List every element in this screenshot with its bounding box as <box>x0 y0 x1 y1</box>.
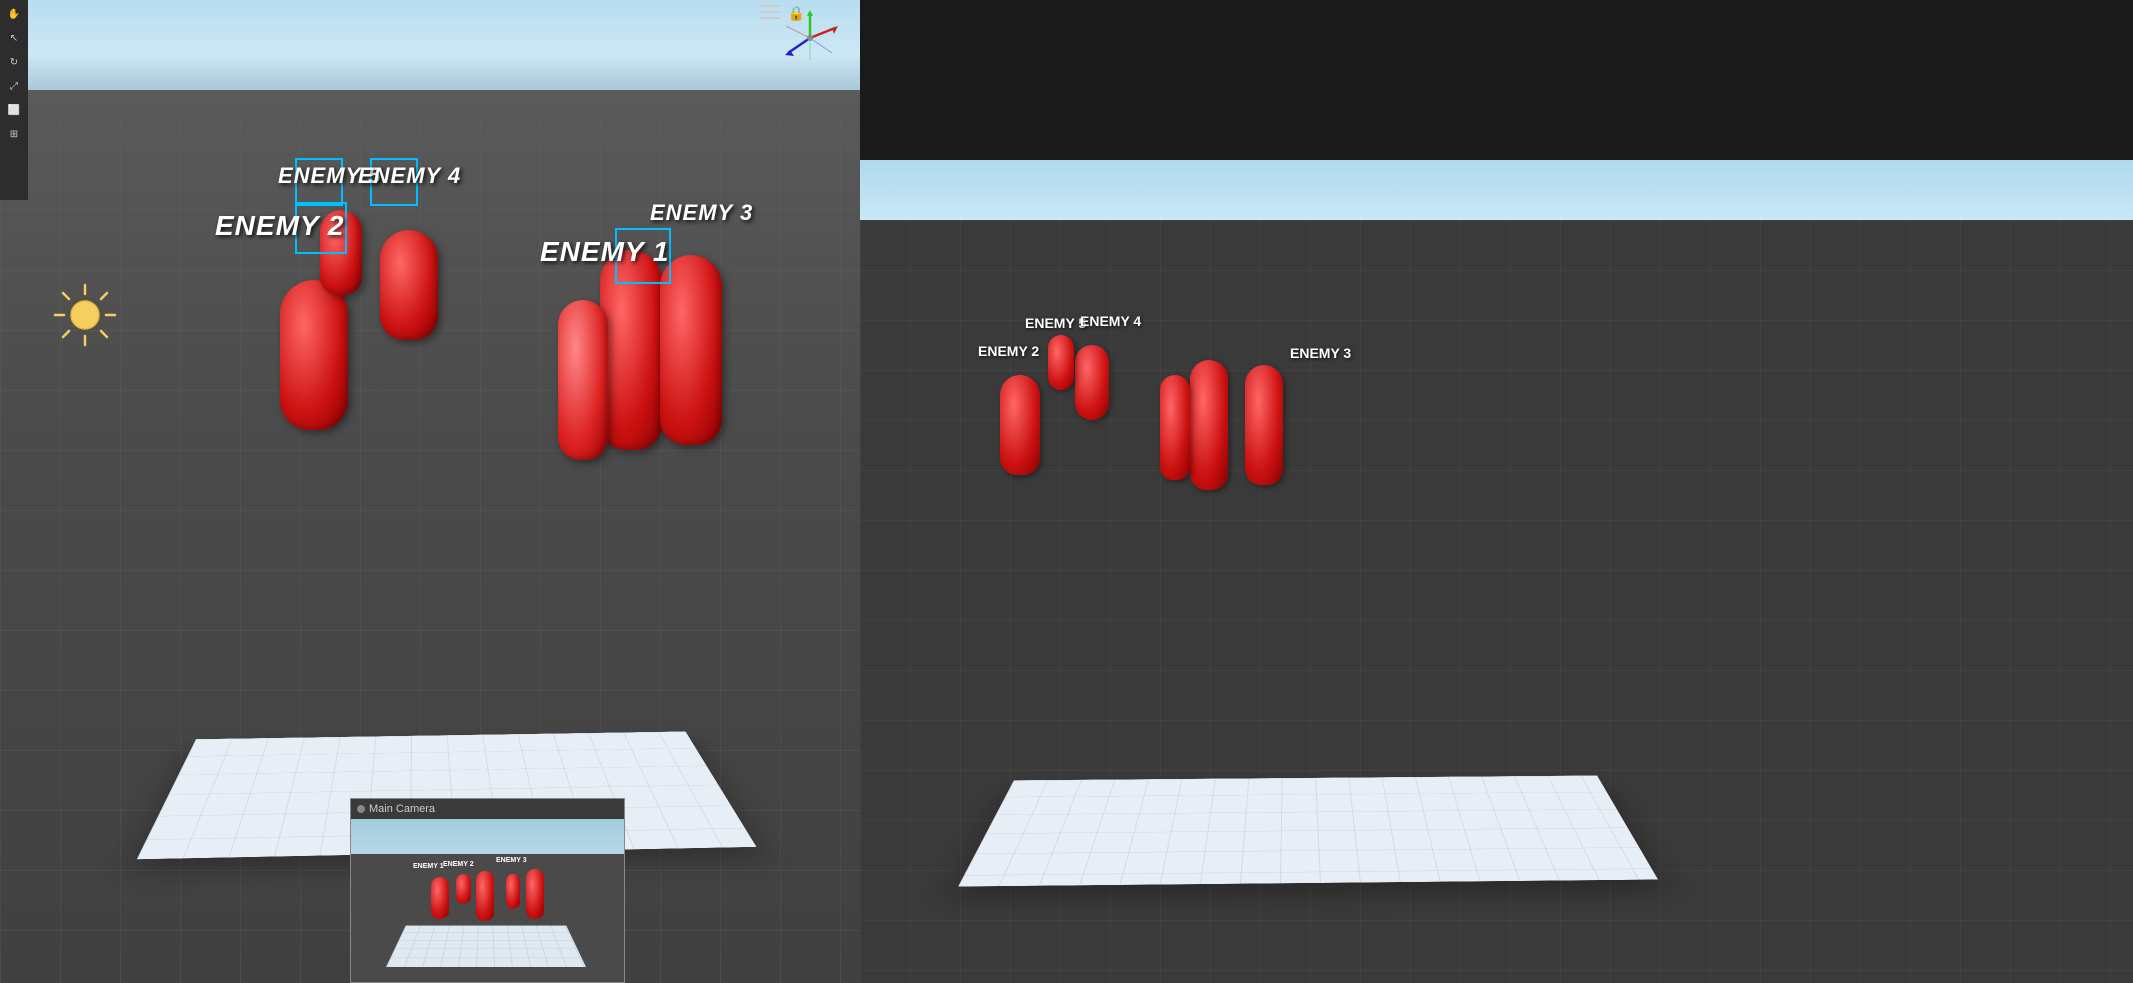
toolbar-hand-icon[interactable]: ✋ <box>4 4 24 24</box>
game-capsule-enemy2 <box>1000 375 1040 475</box>
enemy1-label: ENEMY 1 <box>540 236 669 268</box>
game-capsule-enemy1 <box>1190 360 1228 490</box>
enemy3-label: ENEMY 3 <box>650 200 753 226</box>
toolbar-move-icon[interactable]: ↖ <box>4 28 24 48</box>
toolbar-rotate-icon[interactable]: ↻ <box>4 52 24 72</box>
game-sky <box>860 160 2133 220</box>
right-panel: ENEMY 5 ENEMY 4 ENEMY 2 ENEMY 3 <box>860 0 2133 983</box>
scene-toolbar: ✋ ↖ ↻ ⤢ ⬜ ⊞ <box>0 0 28 200</box>
mini-label-enemy3: ENEMY 3 <box>496 857 527 864</box>
toolbar-scale-icon[interactable]: ⤢ <box>4 76 24 96</box>
scene-menu-icon[interactable] <box>760 5 780 19</box>
game-enemy5-label: ENEMY 5 <box>1025 315 1086 331</box>
game-capsule-extra <box>1160 375 1190 480</box>
mini-capsule-4 <box>506 874 520 909</box>
mini-sky <box>351 819 624 854</box>
enemy6-capsule <box>558 300 608 460</box>
game-platform <box>958 775 1658 886</box>
mini-label-enemy2: ENEMY 2 <box>443 861 474 868</box>
mini-platform <box>386 926 586 967</box>
toolbar-transform-icon[interactable]: ⊞ <box>4 124 24 144</box>
enemy4-capsule <box>380 230 438 340</box>
right-top-area <box>860 0 2133 160</box>
scene-gizmo[interactable] <box>780 8 840 68</box>
game-enemy3-label: ENEMY 3 <box>1290 345 1351 361</box>
main-container: ✋ ↖ ↻ ⤢ ⬜ ⊞ 🔒 <box>0 0 2133 983</box>
game-capsule-enemy5 <box>1048 335 1074 390</box>
mini-capsule-5 <box>526 869 544 919</box>
game-view: ENEMY 5 ENEMY 4 ENEMY 2 ENEMY 3 <box>860 160 2133 983</box>
mini-label-enemy1: ENEMY 1 <box>413 863 444 870</box>
game-capsule-enemy4 <box>1075 345 1109 420</box>
mini-camera-body: ENEMY 1 ENEMY 2 ENEMY 3 <box>351 819 624 982</box>
mini-camera-title: Main Camera <box>369 803 435 815</box>
mini-camera-header: Main Camera <box>351 799 624 819</box>
enemy2-capsule <box>280 280 348 430</box>
mini-camera-preview: Main Camera ENEMY 1 ENEMY 2 ENEMY 3 <box>350 798 625 983</box>
enemy4-label: ENEMY 4 <box>358 163 461 189</box>
scene-view: ✋ ↖ ↻ ⤢ ⬜ ⊞ 🔒 <box>0 0 860 983</box>
game-enemy2-label: ENEMY 2 <box>978 343 1039 359</box>
game-capsule-enemy3 <box>1245 365 1283 485</box>
enemy2-label: ENEMY 2 <box>215 210 344 242</box>
mini-capsule-3 <box>476 871 494 921</box>
mini-capsule-2 <box>456 874 471 904</box>
mini-camera-dot <box>357 805 365 813</box>
mini-capsule-1 <box>431 877 449 919</box>
game-enemy4-label: ENEMY 4 <box>1080 313 1141 329</box>
toolbar-rect-icon[interactable]: ⬜ <box>4 100 24 120</box>
sun-icon <box>50 280 120 350</box>
scene-sky <box>0 0 860 90</box>
